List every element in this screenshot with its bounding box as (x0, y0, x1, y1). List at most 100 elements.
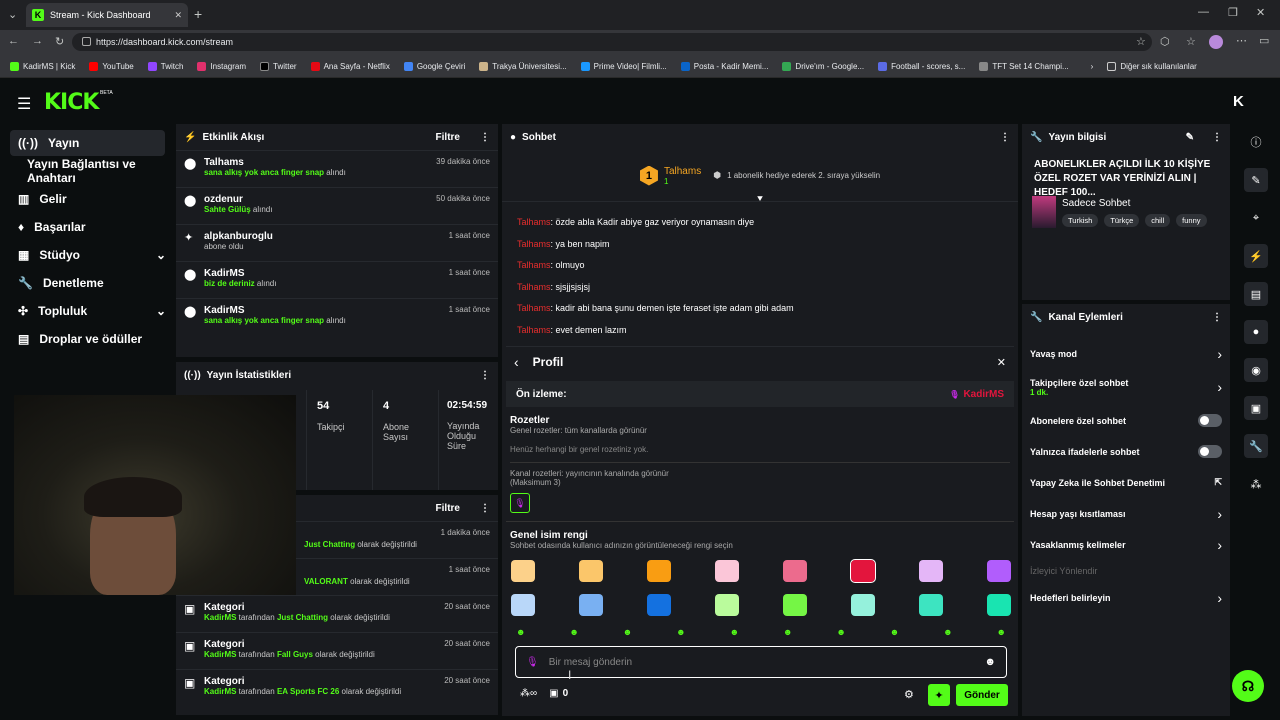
filter-button[interactable]: Filtre (436, 132, 460, 143)
nav-item-basarilar[interactable]: ♦ Başarılar (10, 214, 170, 240)
nav-item-gelir[interactable]: ▥ Gelir (10, 186, 170, 212)
more-options-icon[interactable]: ⋮ (480, 132, 490, 143)
more-options-icon[interactable]: ⋮ (1212, 312, 1222, 323)
color-swatch[interactable] (511, 594, 535, 616)
emote-icon[interactable]: ☻ (676, 627, 685, 637)
bookmark-item[interactable]: KadirMS | Kick (10, 62, 75, 71)
close-tab-icon[interactable]: ✕ (174, 10, 182, 21)
favorites-icon[interactable]: ☆ (1186, 35, 1196, 48)
bookmark-item[interactable]: Posta - Kadir Memi... (680, 62, 768, 71)
browser-menu-icon[interactable]: ⋯ (1236, 34, 1247, 47)
pinned-leaderboard[interactable]: 1 Talhams 1 ⬢ 1 abonelik hediye ederek 2.… (502, 150, 1018, 205)
browser-tab[interactable]: K Stream - Kick Dashboard ✕ (26, 3, 188, 27)
color-swatch[interactable] (987, 560, 1011, 582)
nav-item-stream-key[interactable]: Yayın Bağlantısı ve Anahtarı (10, 157, 170, 185)
broadcast-icon[interactable]: ◉ (1244, 358, 1268, 382)
profile-avatar[interactable] (1209, 35, 1223, 49)
color-swatch[interactable] (511, 560, 535, 582)
edit-icon[interactable]: ✎ (1244, 168, 1268, 192)
emote-icon[interactable]: ☻ (783, 627, 792, 637)
edit-pencil-icon[interactable]: ✎ (1186, 132, 1194, 143)
color-swatch[interactable] (850, 559, 876, 583)
color-swatch[interactable] (783, 594, 807, 616)
other-bookmarks[interactable]: Diğer sık kullanılanlar (1107, 62, 1197, 71)
goals-row[interactable]: Hedefleri belirleyin › (1022, 582, 1230, 613)
emote-icon[interactable]: ☻ (623, 627, 632, 637)
nav-item-yayin[interactable]: ((·)) Yayın (10, 130, 165, 156)
support-headset-icon[interactable]: ☊ (1232, 670, 1264, 702)
nav-item-topluluk[interactable]: ✣ Topluluk ⌄ (10, 298, 170, 324)
bookmark-item[interactable]: TFT Set 14 Champi... (979, 62, 1069, 71)
more-bookmarks-icon[interactable]: › (1091, 62, 1094, 71)
kick-logo[interactable]: KICK (44, 90, 99, 115)
bookmark-item[interactable]: Google Çeviri (403, 62, 465, 71)
bookmark-item[interactable]: Ana Sayfa - Netflix (310, 62, 390, 71)
emoji-icon[interactable]: ☻ (984, 656, 996, 668)
subscribers-only-toggle[interactable] (1198, 414, 1222, 427)
emote-icon[interactable]: ☻ (890, 627, 899, 637)
emote-icon[interactable]: ☻ (569, 627, 578, 637)
document-icon[interactable]: ▤ (1244, 282, 1268, 306)
color-swatch[interactable] (715, 560, 739, 582)
more-options-icon[interactable]: ⋮ (480, 370, 490, 381)
collapse-icon[interactable]: ⯆ (756, 194, 764, 205)
color-swatch[interactable] (647, 560, 671, 582)
bookmark-item[interactable]: Twitter (260, 62, 297, 71)
ai-moderation-row[interactable]: Yapay Zeka ile Sohbet Denetimi ⇱ (1022, 467, 1230, 498)
color-swatch[interactable] (987, 594, 1011, 616)
sidebar-toggle-icon[interactable]: ▭ (1259, 34, 1269, 47)
chat-input[interactable]: 🎙 Bir mesaj gönderin ☻ (515, 646, 1007, 678)
url-input[interactable]: https://dashboard.kick.com/stream (72, 33, 1152, 51)
bookmark-item[interactable]: YouTube (89, 62, 134, 71)
filter-button[interactable]: Filtre (436, 503, 460, 514)
focus-icon[interactable]: ⌖ (1244, 206, 1268, 230)
bookmark-item[interactable]: Football - scores, s... (878, 62, 965, 71)
nav-item-denetleme[interactable]: 🔧 Denetleme (10, 270, 170, 296)
emote-icon[interactable]: ☻ (730, 627, 739, 637)
color-swatch[interactable] (579, 560, 603, 582)
nav-item-studyo[interactable]: ▦ Stüdyo ⌄ (10, 242, 170, 268)
store-icon[interactable]: ▣ (1244, 396, 1268, 420)
kickbot-icon[interactable]: ✦ (928, 684, 950, 706)
chat-bubble-icon[interactable]: ● (1244, 320, 1268, 344)
color-swatch[interactable] (919, 560, 943, 582)
color-swatch[interactable] (647, 594, 671, 616)
bookmark-item[interactable]: Drive'ım - Google... (782, 62, 864, 71)
nav-item-droplar[interactable]: ▤ Droplar ve ödüller (10, 326, 170, 352)
color-swatch[interactable] (579, 594, 603, 616)
account-age-row[interactable]: Hesap yaşı kısıtlaması › (1022, 498, 1230, 529)
wrench-icon[interactable]: 🔧 (1244, 434, 1268, 458)
reload-icon[interactable]: ↻ (55, 35, 64, 48)
site-info-icon[interactable] (82, 37, 91, 46)
more-options-icon[interactable]: ⋮ (1000, 132, 1010, 143)
tab-search-icon[interactable]: ⌄ (8, 8, 17, 21)
color-swatch[interactable] (715, 594, 739, 616)
store-icon[interactable]: ▣ (549, 688, 558, 699)
community-icon[interactable]: ⁂ (1244, 472, 1268, 496)
emote-icon[interactable]: ☻ (516, 627, 525, 637)
followers-only-row[interactable]: Takipçilere özel sohbet 1 dk. › (1022, 369, 1230, 405)
emote-only-toggle[interactable] (1198, 445, 1222, 458)
bookmark-item[interactable]: Twitch (147, 62, 183, 71)
banned-words-row[interactable]: Yasaklanmış kelimeler › (1022, 529, 1230, 560)
emote-icon[interactable]: ☻ (943, 627, 952, 637)
send-button[interactable]: Gönder (956, 684, 1008, 706)
back-arrow-icon[interactable]: ‹ (514, 354, 519, 370)
forward-icon[interactable]: → (32, 35, 43, 47)
new-tab-icon[interactable]: + (194, 6, 202, 22)
close-icon[interactable]: ✕ (997, 356, 1006, 369)
more-options-icon[interactable]: ⋮ (1212, 132, 1222, 143)
info-icon[interactable]: ⓘ (1244, 130, 1268, 154)
minimize-icon[interactable]: — (1198, 6, 1209, 18)
settings-gear-icon[interactable]: ⚙ (904, 688, 914, 701)
more-options-icon[interactable]: ⋮ (480, 503, 490, 514)
color-swatch[interactable] (783, 560, 807, 582)
color-swatch[interactable] (851, 594, 875, 616)
slow-mode-row[interactable]: Yavaş mod › (1022, 338, 1230, 369)
kick-k-icon[interactable]: K (1233, 93, 1244, 110)
hamburger-menu-icon[interactable]: ☰ (17, 94, 31, 114)
lightning-icon[interactable]: ⚡ (1244, 244, 1268, 268)
bookmark-item[interactable]: Instagram (197, 62, 246, 71)
bookmark-star-icon[interactable]: ☆ (1136, 35, 1146, 48)
color-swatch[interactable] (919, 594, 943, 616)
